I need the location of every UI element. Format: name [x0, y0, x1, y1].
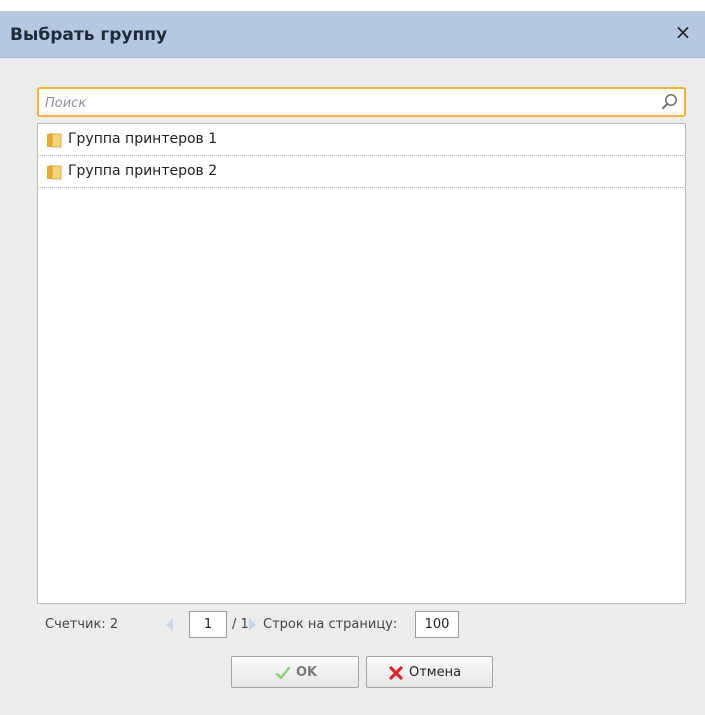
window-top-edge: [0, 0, 705, 12]
list-item[interactable]: Группа принтеров 2: [38, 156, 685, 188]
check-icon: [275, 666, 291, 680]
group-list: Группа принтеров 1 Группа принтеров 2: [37, 123, 686, 604]
dialog-header: Выбрать группу ×: [0, 12, 705, 58]
ok-button-label: OK: [296, 665, 318, 680]
rows-per-page-label: Строк на страницу:: [263, 617, 398, 632]
search-icon[interactable]: [660, 92, 680, 112]
search-box[interactable]: [37, 87, 686, 117]
folder-icon: [47, 165, 62, 180]
rows-per-page-input[interactable]: [415, 611, 459, 638]
page-number-input[interactable]: [189, 611, 227, 638]
list-item[interactable]: Группа принтеров 1: [38, 124, 685, 156]
cancel-button[interactable]: Отмена: [366, 656, 493, 688]
cancel-x-icon: [389, 666, 403, 680]
close-button[interactable]: ×: [671, 20, 695, 44]
cancel-button-label: Отмена: [409, 665, 462, 680]
item-counter: Счетчик: 2: [45, 617, 119, 632]
next-page-icon[interactable]: [247, 616, 259, 633]
list-item-label: Группа принтеров 2: [68, 163, 218, 179]
folder-icon: [47, 133, 62, 148]
select-group-dialog: Выбрать группу × Группа принтеров 1 Груп…: [0, 0, 705, 715]
prev-page-icon[interactable]: [163, 616, 175, 633]
pagination-bar: Счетчик: 2 / 1 Строк на страницу:: [45, 611, 685, 638]
search-input[interactable]: [45, 93, 645, 113]
ok-button[interactable]: OK: [231, 656, 359, 688]
list-item-label: Группа принтеров 1: [68, 131, 218, 147]
dialog-title: Выбрать группу: [10, 25, 168, 45]
